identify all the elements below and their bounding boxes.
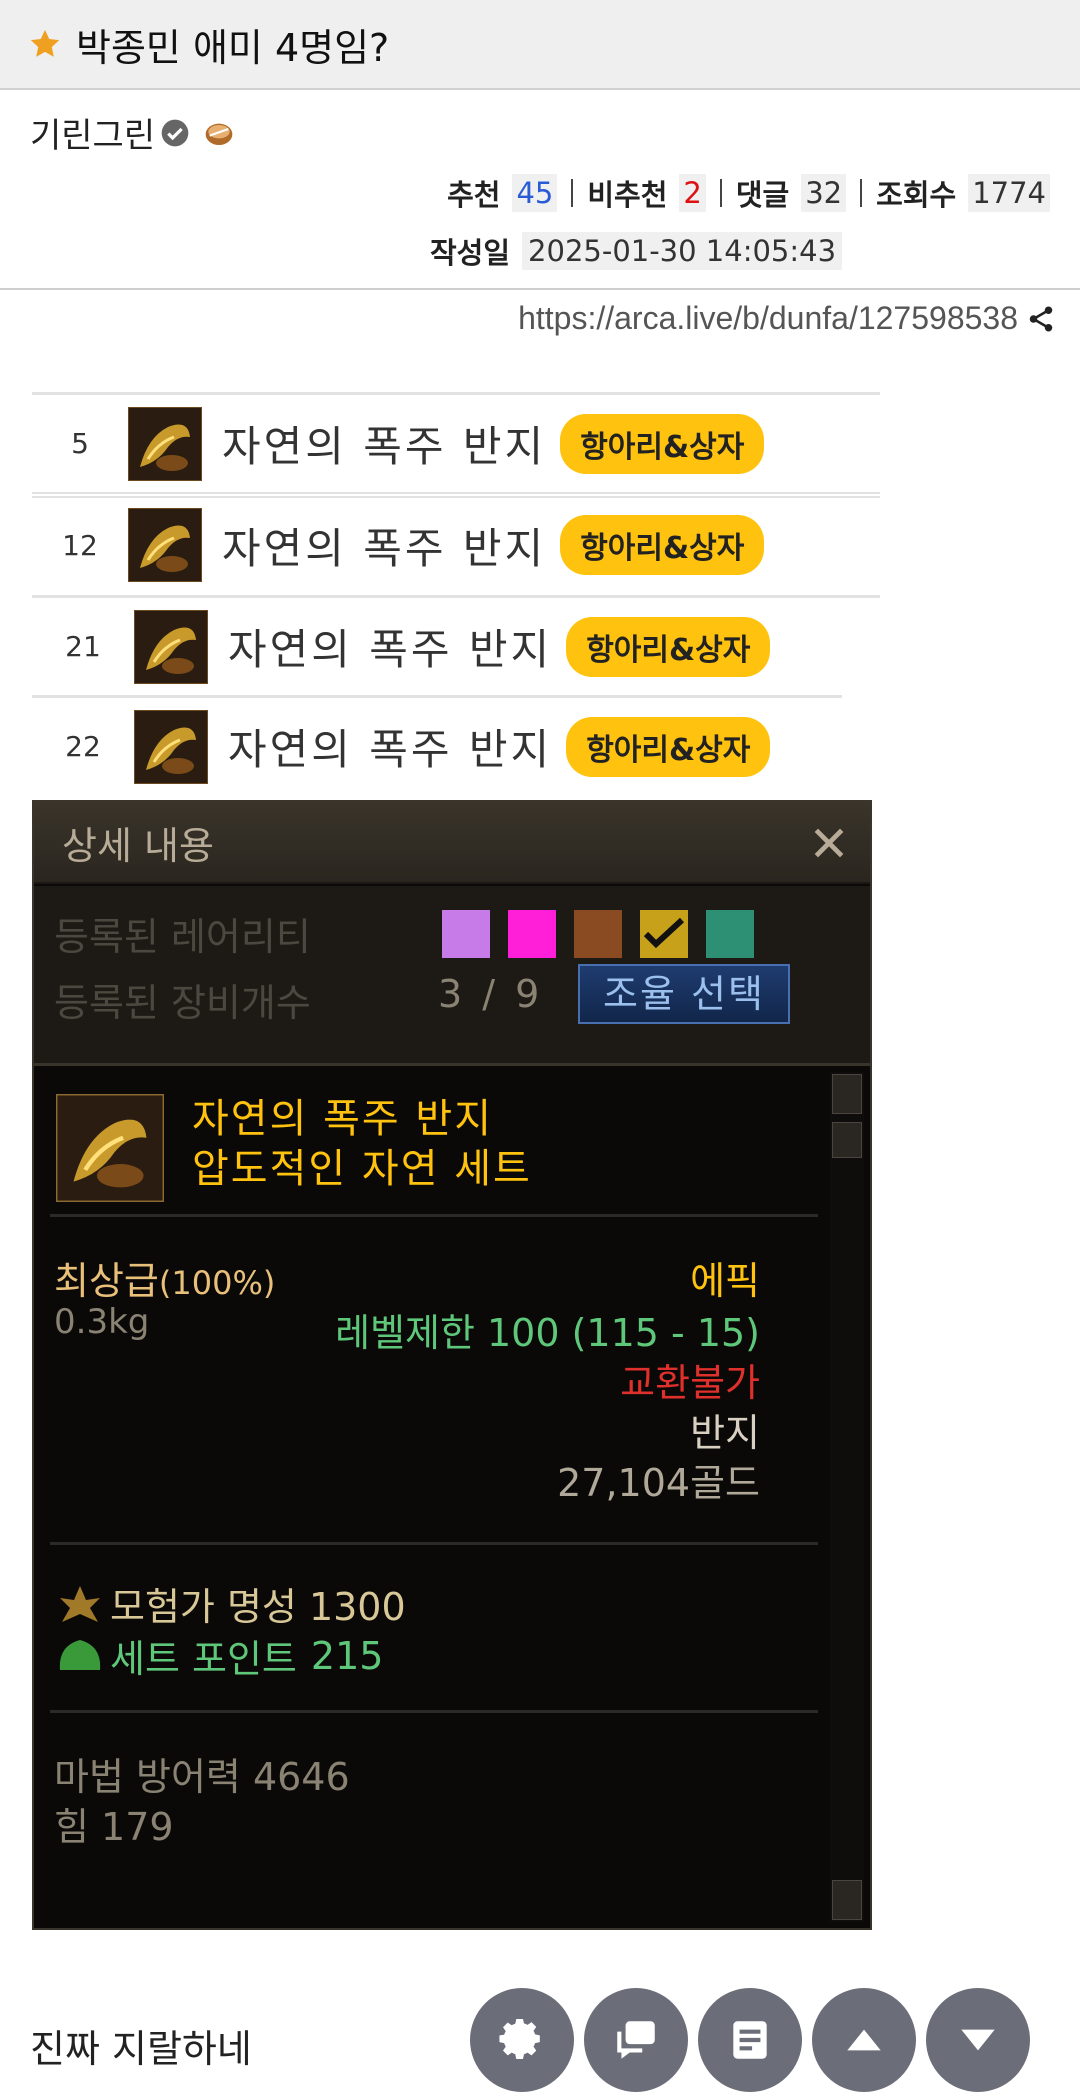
item-source-tag: 항아리&상자 — [560, 413, 765, 474]
notrecommend-count: 2 — [679, 174, 706, 212]
notrecommend-label: 비추천 — [587, 178, 668, 212]
item-source-tag: 항아리&상자 — [566, 616, 771, 677]
gear-icon — [499, 2018, 540, 2059]
list-button[interactable] — [698, 1988, 802, 2092]
share-icon[interactable] — [1026, 302, 1056, 336]
check-icon — [643, 917, 685, 949]
comment-icon — [617, 2021, 655, 2059]
post-url-row: https://arca.live/b/dunfa/127598538 — [518, 300, 1056, 337]
item-name: 자연의 폭주 반지 — [222, 523, 547, 573]
scroll-thumb[interactable] — [832, 1122, 862, 1158]
ring-item-icon — [134, 709, 208, 784]
fame-icon — [60, 1585, 100, 1622]
settings-button[interactable] — [470, 1988, 574, 2092]
set-point-value: 215 — [310, 1633, 384, 1678]
comments-label: 댓글 — [735, 178, 790, 212]
ring-item-icon — [128, 406, 202, 481]
scroll-up-button[interactable] — [832, 1074, 862, 1114]
item-detail-panel: 상세 내용 등록된 레어리티 등록된 장비개수 3 / 9 조율 선택 자연의 … — [32, 800, 872, 1930]
item-price: 27,104골드 — [557, 1461, 760, 1505]
fame-text: 모험가 명성 1300 — [110, 1585, 406, 1629]
equip-count: 3 / 9 — [438, 972, 544, 1016]
author-info: 기린그린 — [30, 108, 235, 157]
author-name[interactable]: 기린그린 — [30, 108, 155, 157]
arrow-up-icon — [847, 2029, 881, 2051]
ring-item-icon — [134, 609, 208, 684]
ring-item-icon — [56, 1094, 164, 1202]
divider — [50, 1542, 818, 1545]
item-rarity: 에픽 — [690, 1259, 760, 1303]
date-label: 작성일 — [430, 236, 511, 270]
detail-title: 상세 내용 — [62, 823, 214, 868]
stat-divider — [571, 179, 574, 207]
star-icon — [30, 29, 60, 57]
divider — [50, 1214, 818, 1217]
grade-percent: (100%) — [158, 1264, 276, 1302]
header-divider — [0, 288, 1080, 290]
scroll-top-button[interactable] — [812, 1988, 916, 2092]
divider — [50, 1710, 818, 1713]
item-number: 5 — [71, 427, 89, 460]
post-date-row: 작성일 2025-01-30 14:05:43 — [430, 230, 843, 272]
list-item: 5 자연의 폭주 반지 항아리&상자 — [32, 392, 880, 492]
set-point-label: 세트 포인트 — [110, 1637, 297, 1681]
detail-header: 상세 내용 — [34, 802, 870, 884]
rarity-swatch[interactable] — [574, 910, 622, 958]
trade-status: 교환불가 — [620, 1361, 760, 1405]
arrow-down-icon — [961, 2029, 995, 2051]
set-point-icon — [59, 1639, 101, 1670]
views-label: 조회수 — [876, 178, 957, 212]
item-grade: 최상급(100%) — [54, 1250, 275, 1305]
recommend-count: 45 — [512, 174, 558, 212]
list-item: 22 자연의 폭주 반지 항아리&상자 — [32, 695, 842, 795]
item-name: 자연의 폭주 반지 — [228, 625, 553, 674]
post-stats: 추천 45 비추천 2 댓글 32 조회수 1774 — [447, 172, 1050, 214]
scroll-bottom-button[interactable] — [926, 1988, 1030, 2092]
item-type: 반지 — [690, 1411, 760, 1455]
stat-divider — [860, 179, 863, 207]
post-url[interactable]: https://arca.live/b/dunfa/127598538 — [518, 300, 1018, 337]
item-source-tag: 항아리&상자 — [566, 716, 771, 777]
close-icon[interactable] — [810, 824, 848, 862]
level-requirement: 레벨제한 100 (115 - 15) — [335, 1311, 760, 1355]
item-number: 22 — [65, 730, 101, 763]
recommend-label: 추천 — [447, 178, 501, 212]
grade-text: 최상급 — [54, 1259, 159, 1303]
set-point-row: 세트 포인트 215 — [54, 1628, 383, 1683]
comments-button[interactable] — [584, 1988, 688, 2092]
item-name: 자연의 폭주 반지 — [222, 422, 547, 471]
scroll-down-button[interactable] — [832, 1880, 862, 1920]
set-name: 압도적인 자연 세트 — [192, 1146, 532, 1192]
select-button[interactable]: 조율 선택 — [578, 964, 790, 1024]
item-number: 12 — [62, 528, 98, 562]
item-number: 21 — [65, 630, 101, 663]
post-title: 박종민 애미 4명임? — [76, 25, 390, 70]
views-count: 1774 — [968, 174, 1050, 212]
list-item: 12 자연의 폭주 반지 항아리&상자 — [32, 492, 880, 592]
scrollbar[interactable] — [830, 1072, 864, 1922]
comments-count: 32 — [801, 174, 847, 212]
strength-stat: 힘 179 — [54, 1805, 174, 1849]
item-weight: 0.3kg — [54, 1302, 150, 1342]
rarity-label: 등록된 레어리티 — [54, 915, 311, 959]
rarity-swatch[interactable] — [442, 910, 490, 958]
post-title-bar: 박종민 애미 4명임? — [0, 0, 1080, 90]
rarity-swatch[interactable] — [706, 910, 754, 958]
verified-icon — [161, 119, 189, 146]
item-source-tag: 항아리&상자 — [560, 515, 765, 575]
magic-defense: 마법 방어력 4646 — [54, 1755, 350, 1799]
rarity-filter-area: 등록된 레어리티 등록된 장비개수 3 / 9 조율 선택 — [34, 886, 870, 1066]
stat-divider — [719, 179, 722, 207]
fame-row: 모험가 명성 1300 — [54, 1576, 406, 1631]
post-body-text: 진짜 지랄하네 — [30, 2027, 252, 2071]
rarity-swatch-checked[interactable] — [640, 910, 688, 958]
post-date: 2025-01-30 14:05:43 — [522, 232, 843, 270]
item-name: 자연의 폭주 반지 — [228, 725, 553, 774]
ring-item-icon — [128, 508, 202, 582]
count-label: 등록된 장비개수 — [54, 981, 311, 1025]
list-icon — [733, 2021, 767, 2059]
rarity-swatch[interactable] — [508, 910, 556, 958]
list-item: 21 자연의 폭주 반지 항아리&상자 — [32, 595, 880, 695]
badge-icon — [205, 123, 233, 145]
